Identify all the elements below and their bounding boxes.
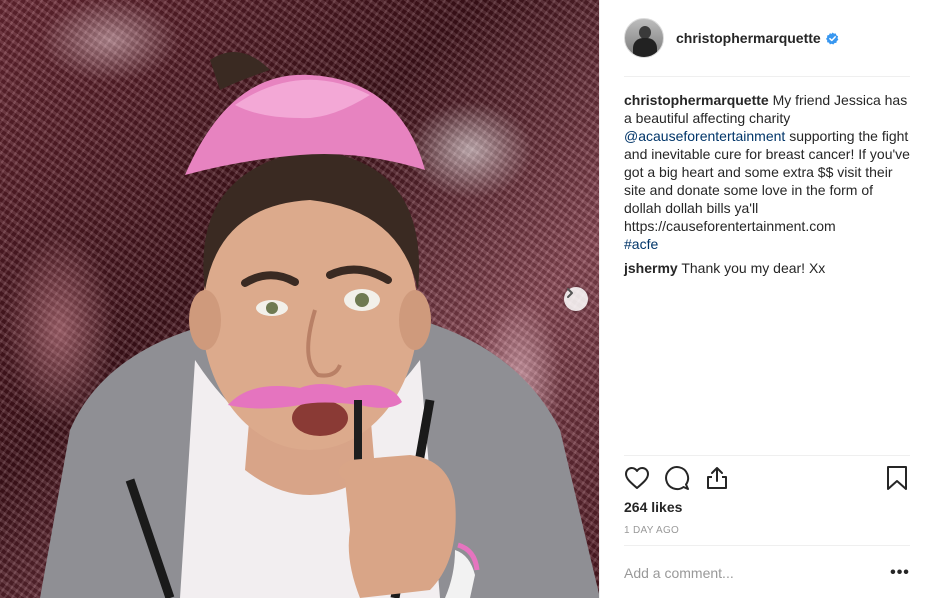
author-avatar[interactable] (624, 18, 664, 58)
heart-outline-icon (625, 467, 649, 489)
post-timestamp[interactable]: 1 DAY AGO (624, 525, 679, 536)
add-comment-input[interactable] (624, 565, 890, 581)
caption-url: https://causeforentertainment.com (624, 218, 836, 234)
save-button[interactable] (884, 465, 910, 491)
composer-divider (624, 545, 910, 546)
caption-hashtag-link[interactable]: #acfe (624, 235, 914, 253)
post-header: christophermarquette (624, 16, 910, 60)
bookmark-icon (887, 466, 907, 490)
actions-divider (624, 455, 910, 456)
more-options-button[interactable]: ••• (890, 563, 910, 583)
photo-illustration (40, 52, 599, 598)
share-icon (707, 467, 727, 489)
like-button[interactable] (624, 465, 650, 491)
post-details-panel: christophermarquette christophermarquett… (599, 0, 934, 598)
comment-item: jshermy Thank you my dear! Xx (624, 259, 914, 277)
next-photo-button[interactable] (564, 287, 588, 311)
header-divider (624, 76, 910, 77)
post-actions (624, 463, 910, 493)
comments-section: christophermarquette My friend Jessica h… (624, 91, 914, 281)
comment-composer: ••• (624, 561, 910, 585)
comment-bubble-icon (665, 466, 689, 490)
comment-text: Thank you my dear! Xx (681, 260, 826, 276)
caption-comment: christophermarquette My friend Jessica h… (624, 91, 914, 253)
caption-author[interactable]: christophermarquette (624, 92, 769, 108)
post-photo[interactable] (0, 0, 599, 598)
share-button[interactable] (704, 465, 730, 491)
caption-mention-link[interactable]: @acauseforentertainment (624, 128, 785, 144)
verified-badge-icon (825, 31, 839, 45)
chevron-right-icon (567, 288, 573, 298)
comment-author[interactable]: jshermy (624, 260, 678, 276)
like-count[interactable]: 264 likes (624, 499, 682, 515)
comment-button[interactable] (664, 465, 690, 491)
author-username[interactable]: christophermarquette (676, 30, 821, 46)
